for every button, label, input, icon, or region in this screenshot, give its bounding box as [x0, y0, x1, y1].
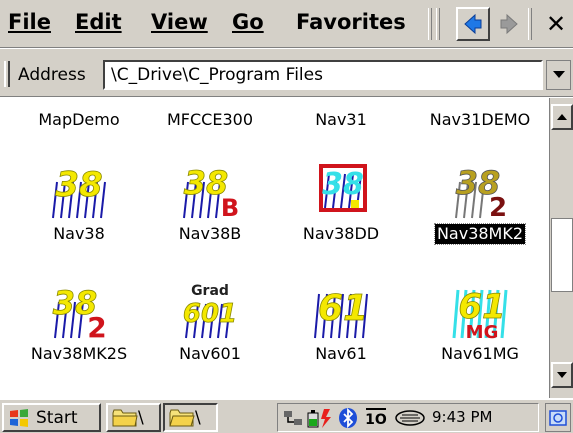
address-input[interactable]: \C_Drive\C_Program Files: [103, 60, 543, 90]
svg-text:61: 61: [458, 287, 505, 327]
windows-logo-icon: [10, 408, 28, 427]
vertical-scrollbar[interactable]: [549, 98, 573, 398]
toolbar-grip-2[interactable]: [436, 8, 440, 40]
file-item-nav61[interactable]: 61 Nav61: [276, 280, 406, 364]
toolbar-separator: [528, 8, 532, 40]
nav38dd-icon: 38: [311, 160, 371, 220]
close-button[interactable]: ✕: [539, 7, 573, 41]
file-item-nav38mk2[interactable]: 38 2 Nav38MK2: [415, 160, 545, 245]
scroll-thumb[interactable]: [551, 218, 573, 292]
back-arrow-icon: [464, 13, 482, 35]
volume-icon[interactable]: 1O: [362, 406, 390, 430]
file-item-nav38[interactable]: 38 Nav38: [14, 160, 144, 244]
svg-text:MG: MG: [466, 322, 499, 340]
svg-text:601: 601: [183, 299, 237, 329]
menu-edit-label: Edit: [75, 10, 122, 34]
connection-icon[interactable]: [282, 407, 304, 429]
menu-file[interactable]: File: [8, 10, 51, 34]
arrow-down-icon: [557, 372, 567, 378]
file-name: Nav61MG: [441, 344, 519, 363]
nav38b-icon: 38 B: [180, 160, 240, 222]
start-label: Start: [36, 407, 78, 428]
file-name: Nav38DD: [302, 224, 380, 243]
storage-card-icon[interactable]: [392, 407, 428, 429]
forward-arrow-icon: [500, 13, 518, 35]
desktop-icon: [549, 409, 567, 426]
svg-text:B: B: [221, 194, 239, 220]
nav38mk2-icon: 38 2: [450, 160, 510, 223]
file-item-nav38mk2s[interactable]: 38 2 Nav38MK2S: [14, 280, 144, 364]
file-name: Nav38: [53, 224, 105, 243]
menu-view[interactable]: View: [151, 10, 208, 34]
task-folder-1-label: \: [138, 407, 144, 428]
file-item-nav38dd[interactable]: 38 Nav38DD: [276, 160, 406, 244]
list-item[interactable]: MapDemo: [14, 110, 144, 129]
menu-bar: File Edit View Go Favorites ✕: [0, 0, 573, 48]
back-button[interactable]: [456, 7, 490, 41]
scroll-up-button[interactable]: [551, 104, 573, 130]
svg-text:1O: 1O: [365, 412, 387, 428]
battery-power-icon[interactable]: [306, 407, 334, 429]
show-desktop-button[interactable]: [545, 403, 571, 432]
task-folder-1[interactable]: \: [106, 403, 161, 432]
svg-text:38: 38: [55, 165, 102, 205]
menu-favorites[interactable]: Favorites: [296, 10, 406, 34]
file-name: Nav61: [315, 344, 367, 363]
file-item-nav61mg[interactable]: 61 MG Nav61MG: [415, 280, 545, 364]
taskbar: Start \ \ 1O 9:43 PM: [0, 398, 573, 433]
toolbar-grip[interactable]: [428, 8, 432, 40]
file-name: Nav38MK2S: [30, 344, 128, 363]
folder-open-icon: [169, 409, 195, 426]
clock[interactable]: 9:43 PM: [432, 408, 492, 426]
nav38-icon: 38: [49, 160, 109, 220]
file-name: Nav38MK2: [433, 223, 527, 245]
menu-view-label: View: [151, 10, 208, 34]
svg-text:Grad: Grad: [191, 283, 229, 299]
list-item[interactable]: Nav31DEMO: [415, 110, 545, 129]
svg-text:38: 38: [322, 167, 364, 202]
menu-favorites-label: Favorites: [296, 10, 406, 34]
task-folder-2-label: \: [195, 407, 201, 428]
menu-go-label: Go: [232, 10, 264, 34]
close-icon: ✕: [545, 10, 567, 38]
forward-button[interactable]: [492, 7, 526, 41]
nav61-icon: 61: [311, 280, 371, 340]
system-tray: 1O 9:43 PM: [277, 403, 539, 432]
task-folder-2[interactable]: \: [163, 403, 218, 432]
list-item[interactable]: Nav31: [276, 110, 406, 129]
nav38mk2s-icon: 38 2: [49, 280, 109, 344]
menu-edit[interactable]: Edit: [75, 10, 122, 34]
menu-go[interactable]: Go: [232, 10, 264, 34]
file-list-view[interactable]: MapDemo MFCCE300 Nav31 Nav31DEMO 38 Nav3…: [0, 98, 549, 398]
menu-file-label: File: [8, 10, 51, 34]
scroll-down-button[interactable]: [551, 362, 573, 388]
file-item-nav38b[interactable]: 38 B Nav38B: [145, 160, 275, 244]
list-item[interactable]: MFCCE300: [145, 110, 275, 129]
address-bar: Address \C_Drive\C_Program Files: [0, 49, 573, 97]
address-dropdown-button[interactable]: [546, 60, 571, 90]
start-button[interactable]: Start: [2, 403, 101, 432]
arrow-up-icon: [557, 114, 567, 120]
file-name: Nav601: [179, 344, 241, 363]
file-name: Nav38B: [178, 224, 242, 243]
svg-text:2: 2: [87, 311, 106, 340]
address-bar-grip[interactable]: [4, 61, 10, 87]
file-item-nav601[interactable]: Grad 601 Nav601: [145, 280, 275, 364]
nav601-icon: Grad 601: [180, 280, 240, 340]
address-label: Address: [18, 65, 86, 85]
folder-icon: [112, 409, 138, 426]
bluetooth-icon[interactable]: [338, 407, 358, 429]
nav61mg-icon: 61 MG: [450, 280, 510, 343]
chevron-down-icon: [552, 71, 565, 78]
svg-text:61: 61: [318, 288, 368, 329]
svg-text:2: 2: [489, 193, 507, 220]
